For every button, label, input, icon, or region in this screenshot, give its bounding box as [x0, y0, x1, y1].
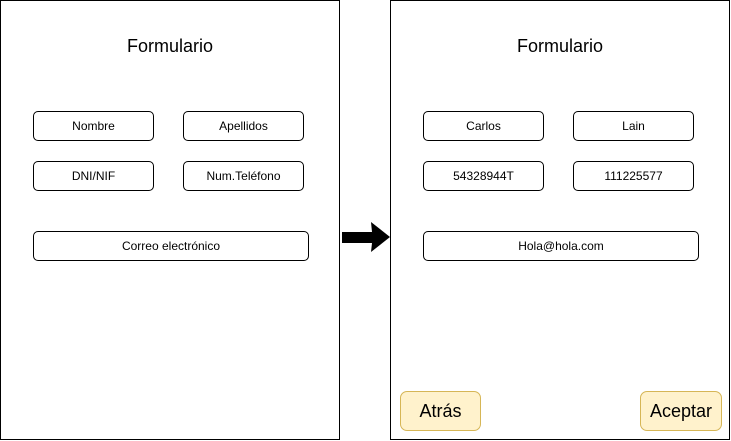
- name-field[interactable]: Carlos: [423, 111, 544, 141]
- flow-arrow-icon: [342, 222, 390, 252]
- dni-field[interactable]: 54328944T: [423, 161, 544, 191]
- form-screen-filled: Formulario Carlos Lain 54328944T 1112255…: [390, 0, 730, 440]
- dni-field[interactable]: DNI/NIF: [33, 161, 154, 191]
- surname-field[interactable]: Apellidos: [183, 111, 304, 141]
- phone-field[interactable]: Num.Teléfono: [183, 161, 304, 191]
- back-button[interactable]: Atrás: [400, 391, 481, 431]
- form-title: Formulario: [126, 36, 214, 56]
- phone-field[interactable]: 111225577: [573, 161, 694, 191]
- email-field[interactable]: Correo electrónico: [33, 231, 309, 261]
- email-field[interactable]: Hola@hola.com: [423, 231, 699, 261]
- form-title: Formulario: [516, 36, 604, 56]
- surname-field[interactable]: Lain: [573, 111, 694, 141]
- accept-button[interactable]: Aceptar: [640, 391, 722, 431]
- name-field[interactable]: Nombre: [33, 111, 154, 141]
- form-screen-empty: Formulario Nombre Apellidos DNI/NIF Num.…: [0, 0, 340, 440]
